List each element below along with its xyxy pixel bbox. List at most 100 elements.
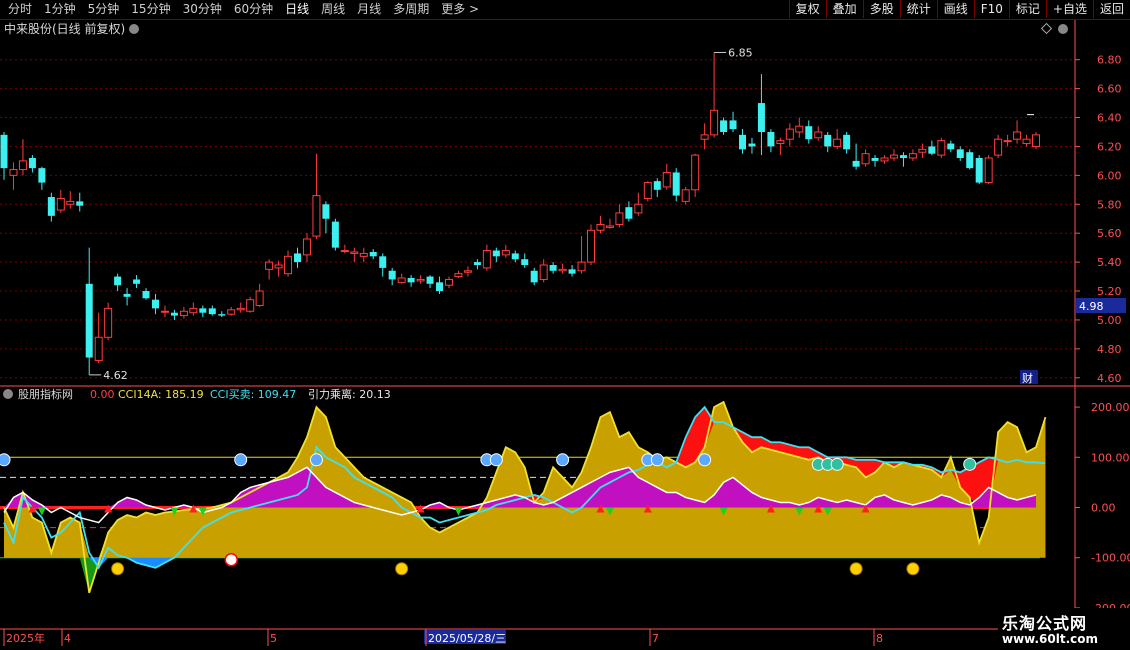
candle-body-down (805, 126, 813, 140)
candle-body-down (473, 262, 481, 265)
time-label-0: 2025年 (6, 631, 45, 645)
candle-body-down (369, 251, 377, 257)
candle-body-down (511, 253, 519, 260)
watermark-title: 乐淘公式网 (1002, 614, 1088, 633)
time-label-1: 4 (64, 632, 71, 645)
gravity-readout: 引力乘离: 20.13 (308, 387, 391, 401)
candle-body-up (908, 153, 917, 159)
indicator-tick-label-0: 200.00 (1091, 401, 1130, 414)
candle-body-down (852, 160, 860, 167)
current-price-value: 4.98 (1079, 300, 1104, 313)
candle-body-down (133, 279, 141, 284)
candle-body-down (47, 197, 55, 216)
high-price-label: 6.85 (728, 46, 753, 59)
down-arrow-icon (454, 507, 463, 516)
price-tick-label-3: 6.20 (1097, 140, 1122, 153)
candle-body-down (322, 204, 330, 219)
candle-body-down (549, 264, 557, 271)
candle-body-down (28, 158, 36, 169)
candle-body-up (501, 250, 510, 256)
smile-signal-icon (395, 562, 409, 576)
price-tick-label-1: 6.60 (1097, 83, 1122, 96)
candle-body-down (0, 134, 8, 169)
price-tick-label-2: 6.40 (1097, 112, 1122, 125)
buy-signal-dot (309, 453, 323, 467)
candle-body-up (700, 134, 709, 140)
candle-body-up (397, 277, 406, 283)
candle-body-up (643, 182, 652, 199)
candle-body-down (388, 270, 396, 280)
cci-buy-readout: CCI买卖: 109.47 (210, 388, 296, 401)
price-tick-label-11: 4.60 (1097, 372, 1122, 385)
cci-gold-area (4, 402, 1046, 558)
candle-body-up (1032, 134, 1040, 147)
candle-body-up (312, 195, 321, 237)
candle-body-down (521, 259, 529, 265)
candle-body-up (814, 131, 823, 139)
candle-body-up (56, 197, 65, 211)
candle-body-up (785, 128, 794, 140)
candle-body-up (255, 290, 264, 306)
title-dropdown-icon (129, 24, 139, 34)
candle-body-down (294, 253, 302, 263)
candle-body-down (38, 168, 46, 183)
price-tick-label-6: 5.60 (1097, 227, 1122, 240)
candle-body-down (729, 120, 737, 130)
candle-body-down (767, 131, 775, 147)
time-label-4: 7 (652, 632, 659, 645)
candle-body-down (76, 201, 84, 206)
candle-body-down (530, 270, 538, 283)
time-label-3: 2025/05/28/三 (428, 632, 506, 645)
buy-signal-dot (650, 453, 664, 467)
candle-body-up (1003, 140, 1012, 143)
panel-menu-icon (1058, 24, 1068, 34)
fin-badge: 财 (1022, 371, 1033, 385)
stock-chart[interactable]: 6.80 6.60 6.40 6.20 6.00 5.80 5.60 5.40 5.20 5.00… (0, 0, 1130, 650)
cross-signal-icon (224, 552, 238, 567)
buy-signal-dot (556, 453, 570, 467)
time-label-5: 8 (876, 632, 883, 645)
candle-body-down (208, 308, 216, 315)
cci14a-readout: CCI14A: 185.19 (118, 388, 204, 401)
stock-title: 中来股份(日线 前复权) (4, 21, 125, 36)
candle-body-up (833, 138, 842, 147)
watermark-logo: 乐淘公式网 www.60lt.com (998, 608, 1130, 650)
candle-body-up (227, 309, 236, 315)
candle-body-up (444, 278, 453, 286)
candle-body-down (568, 269, 576, 274)
candle-body-up (359, 252, 368, 257)
candle-body-down (738, 134, 746, 150)
candle-body-up (18, 160, 27, 171)
candle-body-up (179, 310, 188, 317)
candle-body-up (861, 153, 870, 165)
indicator-v0: 0.00 (90, 388, 115, 401)
candle-body-down (928, 146, 936, 154)
candle-body-down (653, 181, 661, 190)
candle-body-up (889, 154, 898, 159)
candle-body-up (558, 268, 567, 272)
candle-body-down (436, 282, 444, 292)
candle-body-down (871, 158, 879, 161)
candle-body-down (956, 149, 964, 159)
candle-body-down (966, 152, 974, 169)
candle-body-down (199, 308, 207, 313)
candle-body-up (937, 140, 946, 156)
candle-body-down (379, 256, 387, 268)
candle-body-up (577, 261, 586, 272)
top-signal-icon (830, 457, 844, 471)
watermark-url: www.60lt.com (1002, 632, 1099, 646)
candle-body-up (246, 299, 255, 312)
candle-body-down (426, 276, 434, 284)
candle-body-up (9, 169, 18, 176)
candle-body-up (634, 203, 643, 214)
candle-body-up (94, 336, 103, 361)
time-label-2: 5 (270, 632, 277, 645)
candle-body-up (189, 307, 198, 314)
candle-body-down (492, 250, 500, 257)
candle-body-up (662, 171, 671, 188)
candle-body-up (340, 250, 349, 253)
candle-body-down (331, 221, 339, 248)
candle-body-down (123, 293, 131, 297)
buy-signal-dot (0, 453, 11, 467)
candle-body-down (625, 207, 633, 219)
